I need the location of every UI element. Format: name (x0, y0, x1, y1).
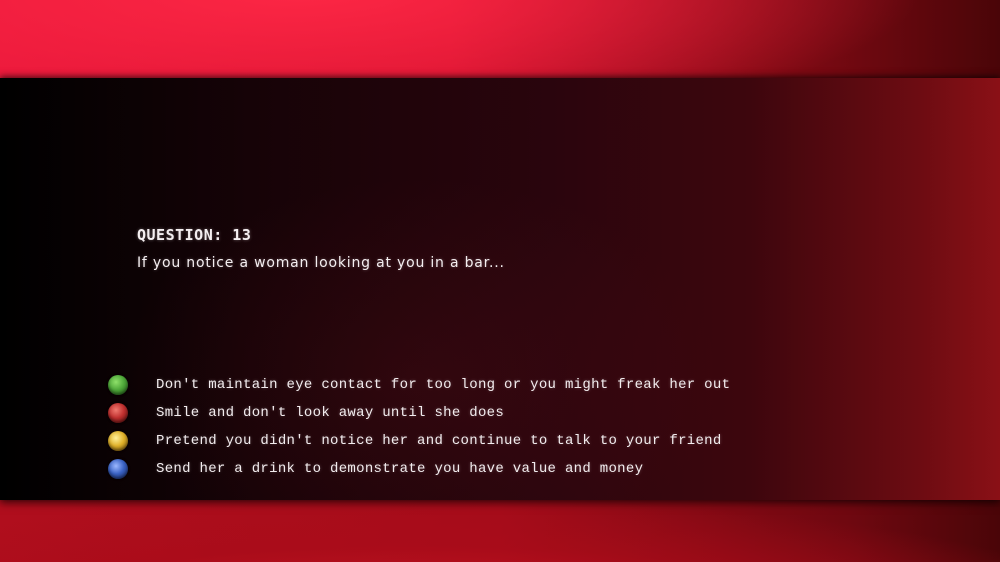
question-text: If you notice a woman looking at you in … (137, 255, 505, 271)
answer-text: Pretend you didn't notice her and contin… (156, 433, 722, 449)
bottom-band (0, 498, 1000, 562)
answer-list: Don't maintain eye contact for too long … (108, 371, 808, 483)
answer-option-x[interactable]: Send her a drink to demonstrate you have… (108, 455, 808, 483)
answer-option-b[interactable]: Smile and don't look away until she does (108, 399, 808, 427)
question-number: QUESTION: 13 (137, 226, 252, 244)
x-button-icon (108, 459, 128, 479)
answer-option-y[interactable]: Pretend you didn't notice her and contin… (108, 427, 808, 455)
answer-option-a[interactable]: Don't maintain eye contact for too long … (108, 371, 808, 399)
y-button-icon (108, 431, 128, 451)
answer-text: Smile and don't look away until she does (156, 405, 505, 421)
answer-text: Don't maintain eye contact for too long … (156, 377, 731, 393)
game-screen: QUESTION: 13 If you notice a woman looki… (0, 0, 1000, 562)
a-button-icon (108, 375, 128, 395)
answer-text: Send her a drink to demonstrate you have… (156, 461, 644, 477)
b-button-icon (108, 403, 128, 423)
